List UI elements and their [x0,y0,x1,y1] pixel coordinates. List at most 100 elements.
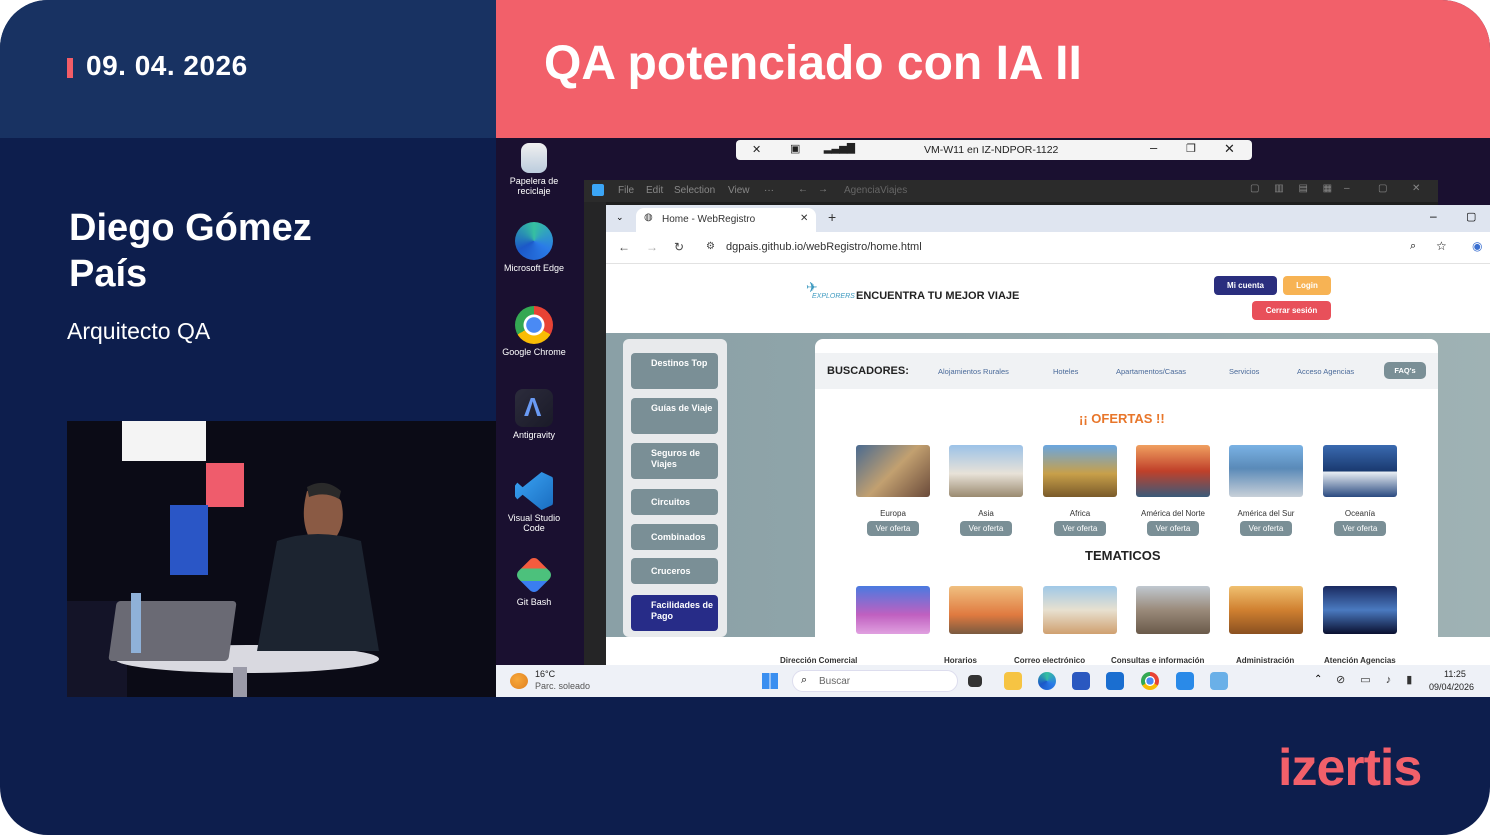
desktop-icon-vscode[interactable]: Visual Studio Code [496,472,572,533]
chrome-window[interactable]: ⌄ ◍ Home - WebRegistro ✕ + – ▢ ← → ↻ ⚙ d… [606,205,1490,667]
lock-icon[interactable]: ▣ [790,142,800,155]
nav-destinos-top[interactable]: Destinos Top [631,353,718,389]
theme-image[interactable] [1229,586,1303,634]
close-icon[interactable]: ✕ [1412,183,1420,194]
maximize-icon[interactable]: ▢ [1466,210,1476,223]
command-center[interactable]: AgenciaViajes [844,185,907,196]
vscode-icon [515,472,553,510]
tab-search-icon[interactable]: ⌄ [616,212,624,223]
task-view-icon[interactable] [968,675,982,687]
footer-administracion[interactable]: Administración [1236,656,1294,665]
windows-start-icon[interactable] [762,673,778,689]
signal-icon[interactable]: ▂▃▅▇ [824,143,855,154]
link-alojamientos-rurales[interactable]: Alojamientos Rurales [938,367,1009,376]
recycle-bin-icon [521,143,547,173]
bookmark-star-icon[interactable]: ☆ [1436,239,1447,253]
taskbar-search[interactable]: ⌕ Buscar [792,670,958,692]
file-explorer-icon[interactable] [1004,672,1022,690]
pin-off-icon[interactable]: ✕ [752,143,761,156]
zoom-icon[interactable]: ⌕ [1410,240,1416,253]
nav-circuitos[interactable]: Circuitos [631,489,718,515]
profile-icon[interactable]: ◉ [1472,239,1482,253]
back-arrow-icon[interactable]: ← [798,184,808,195]
logout-button[interactable]: Cerrar sesión [1252,301,1331,320]
theme-image[interactable] [949,586,1023,634]
ver-oferta-button[interactable]: Ver oferta [1333,521,1387,536]
minimize-icon[interactable]: – [1150,140,1157,155]
link-apartamentos-casas[interactable]: Apartamentos/Casas [1116,367,1186,376]
clock-date[interactable]: 09/04/2026 [1429,682,1474,692]
vscode-icon[interactable] [1176,672,1194,690]
footer-horarios[interactable]: Horarios [944,656,977,665]
new-tab-icon[interactable]: + [828,209,836,225]
restore-icon[interactable]: ❐ [1186,142,1196,155]
close-icon[interactable]: ✕ [1224,141,1235,157]
theme-image[interactable] [1136,586,1210,634]
faq-button[interactable]: FAQ's [1384,362,1426,379]
explorers-logo[interactable]: ✈ EXPLORERS [806,279,855,313]
login-button[interactable]: Login [1283,276,1331,295]
ver-oferta-button[interactable]: Ver oferta [1239,521,1293,536]
clock-time[interactable]: 11:25 [1444,669,1466,679]
weather-temp[interactable]: 16°C [535,669,555,679]
desktop-icon-edge[interactable]: Microsoft Edge [496,222,572,273]
browser-tab[interactable]: ◍ Home - WebRegistro ✕ [636,208,816,232]
nav-seguros-de-viajes[interactable]: Seguros de Viajes [631,443,718,479]
oceania-image [1323,445,1397,497]
menu-edit[interactable]: Edit [646,185,663,196]
footer-atencion-agencias[interactable]: Atención Agencias [1324,656,1396,665]
offer-region-label: América del Sur [1237,509,1295,518]
ver-oferta-button[interactable]: Ver oferta [1053,521,1107,536]
ver-oferta-button[interactable]: Ver oferta [1146,521,1200,536]
menu-selection[interactable]: Selection [674,185,715,196]
back-icon[interactable]: ← [618,240,630,254]
link-acceso-agencias[interactable]: Acceso Agencias [1297,367,1354,376]
tab-close-icon[interactable]: ✕ [800,213,808,224]
tray-icons[interactable]: ⊘ ▭ ♪ ▮ [1336,673,1418,686]
menu-file[interactable]: File [618,185,634,196]
remote-desktop[interactable]: ✕ ▣ ▂▃▅▇ VM-W11 en IZ-NDPOR-1122 – ❐ ✕ P… [496,138,1490,697]
desktop-icon-chrome[interactable]: Google Chrome [496,306,572,357]
offer-card-america-del-norte: América del Norte Ver oferta [1136,445,1210,536]
my-account-button[interactable]: Mi cuenta [1214,276,1277,295]
theme-image[interactable] [856,586,930,634]
tray-chevron-icon[interactable]: ⌃ [1314,674,1322,685]
menu-view[interactable]: View [728,185,750,196]
desktop-icon-antigravity[interactable]: Λ Antigravity [496,389,572,440]
nav-guias-de-viaje[interactable]: Guías de Viaje [631,398,718,434]
theme-image[interactable] [1323,586,1397,634]
ver-oferta-button[interactable]: Ver oferta [959,521,1013,536]
url-field[interactable]: dgpais.github.io/webRegistro/home.html [726,241,922,253]
nav-combinados[interactable]: Combinados [631,524,718,550]
nav-cruceros[interactable]: Cruceros [631,558,718,584]
link-servicios[interactable]: Servicios [1229,367,1259,376]
footer-consultas[interactable]: Consultas e información [1111,656,1204,665]
nav-facilidades-de-pago[interactable]: Facilidades de Pago [631,595,718,631]
footer-correo[interactable]: Correo electrónico [1014,656,1085,665]
weather-desc[interactable]: Parc. soleado [535,681,590,691]
outlook-icon[interactable] [1106,672,1124,690]
theme-image[interactable] [1043,586,1117,634]
link-hoteles[interactable]: Hoteles [1053,367,1078,376]
reload-icon[interactable]: ↻ [674,240,684,254]
store-icon[interactable] [1072,672,1090,690]
forward-icon[interactable]: → [646,240,658,254]
desktop-icon-label: Visual Studio Code [507,513,561,533]
minimize-icon[interactable]: – [1344,183,1350,194]
site-info-icon[interactable]: ⚙ [706,241,715,252]
forward-arrow-icon[interactable]: → [818,184,828,195]
minimize-icon[interactable]: – [1430,209,1437,223]
menu-more[interactable]: ··· [764,185,774,196]
layout-icons[interactable]: ▢ ▥ ▤ ▦ [1250,183,1338,194]
maximize-icon[interactable]: ▢ [1378,183,1387,194]
vscode-logo-icon [592,184,604,196]
edge-icon[interactable] [1038,672,1056,690]
chrome-icon[interactable] [1141,672,1159,690]
desktop-icon-recycle-bin[interactable]: Papelera de reciclaje [496,143,572,196]
desktop-icon-git-bash[interactable]: Git Bash [496,555,572,607]
weather-icon[interactable] [510,673,528,689]
tab-title: Home - WebRegistro [662,214,756,225]
ver-oferta-button[interactable]: Ver oferta [866,521,920,536]
notepad-icon[interactable] [1210,672,1228,690]
footer-direccion-comercial[interactable]: Dirección Comercial [780,656,857,665]
